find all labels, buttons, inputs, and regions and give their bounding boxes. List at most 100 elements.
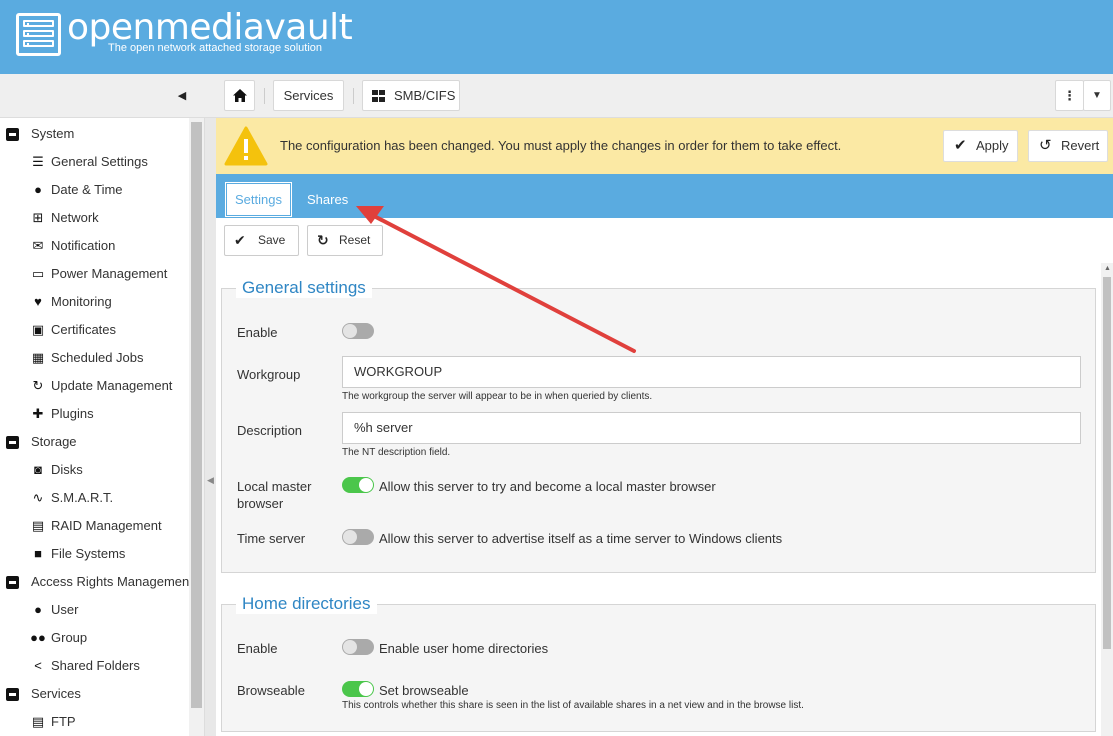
sidebar-item-label: Group bbox=[51, 630, 88, 645]
check-icon: ✔ bbox=[954, 137, 967, 154]
nav-group-system[interactable]: System bbox=[0, 120, 189, 148]
sidebar-item-label: RAID Management bbox=[51, 518, 162, 533]
general-settings-fieldset: General settings Enable Workgroup WORKGR… bbox=[221, 278, 1096, 573]
sidebar-item-general-settings[interactable]: ☰ General Settings bbox=[0, 148, 189, 176]
sidebar-item-label: Shared Folders bbox=[51, 658, 140, 673]
warning-message: The configuration has been changed. You … bbox=[280, 138, 842, 153]
sidebar-item-label: Disks bbox=[51, 462, 83, 477]
home-enable-toggle[interactable] bbox=[342, 639, 374, 655]
sidebar-item-ftp[interactable]: ▤ FTP bbox=[0, 708, 189, 736]
workgroup-label: Workgroup bbox=[237, 367, 301, 382]
local-master-browser-text: Allow this server to try and become a lo… bbox=[379, 479, 716, 494]
revert-button[interactable]: ↺ Revert bbox=[1028, 130, 1108, 162]
check-icon: ✔ bbox=[234, 232, 246, 248]
sidebar-item-network[interactable]: ⊞ Network bbox=[0, 204, 189, 232]
workgroup-hint: The workgroup the server will appear to … bbox=[342, 391, 653, 402]
sidebar-item-label: General Settings bbox=[51, 154, 148, 169]
sidebar-item-group[interactable]: ●● Group bbox=[0, 624, 189, 652]
tab-shares[interactable]: Shares bbox=[307, 192, 348, 207]
sidebar-item-power-management[interactable]: ▭ Power Management bbox=[0, 260, 189, 288]
sidebar-item-raid-management[interactable]: ▤ RAID Management bbox=[0, 512, 189, 540]
sidebar-item-user[interactable]: ● User bbox=[0, 596, 189, 624]
sidebar-scrollbar[interactable] bbox=[189, 118, 204, 736]
scroll-up-icon[interactable]: ▲ bbox=[1104, 265, 1111, 272]
local-master-browser-label: Local master browser bbox=[237, 479, 312, 511]
tab-settings[interactable]: Settings bbox=[225, 182, 292, 217]
sidebar-item-scheduled-jobs[interactable]: ▦ Scheduled Jobs bbox=[0, 344, 189, 372]
apply-button[interactable]: ✔ Apply bbox=[943, 130, 1018, 162]
time-server-label: Time server bbox=[237, 531, 306, 546]
heartbeat-icon: ♥ bbox=[34, 294, 42, 309]
description-input[interactable]: %h server bbox=[342, 412, 1081, 444]
home-button[interactable] bbox=[224, 80, 255, 111]
nav-group-label: Services bbox=[31, 686, 81, 701]
sidebar-item-monitoring[interactable]: ♥ Monitoring bbox=[0, 288, 189, 316]
puzzle-icon: ✚ bbox=[32, 406, 44, 421]
nav-group-label: System bbox=[31, 126, 75, 141]
app-header: openmediavault The open network attached… bbox=[0, 0, 1113, 74]
breadcrumb-services[interactable]: Services bbox=[273, 80, 344, 111]
browseable-text: Set browseable bbox=[379, 683, 469, 698]
sidebar-item-label: Monitoring bbox=[51, 294, 112, 309]
sidebar-item-shared-folders[interactable]: < Shared Folders bbox=[0, 652, 189, 680]
sidebar-item-label: Update Management bbox=[51, 378, 173, 393]
local-master-browser-toggle[interactable] bbox=[342, 477, 374, 493]
sidebar-item-label: Certificates bbox=[51, 322, 117, 337]
navigation-sidebar: System ☰ General Settings ● Date & Time … bbox=[0, 118, 205, 736]
nav-group-services[interactable]: Services bbox=[0, 680, 189, 708]
sidebar-splitter[interactable]: ◀ bbox=[205, 118, 216, 736]
sidebar-scrollbar-thumb[interactable] bbox=[191, 122, 202, 708]
more-options-icon[interactable]: ⋮ bbox=[1055, 80, 1084, 111]
enable-toggle[interactable] bbox=[342, 323, 374, 339]
collapse-icon bbox=[6, 576, 19, 589]
nav-group-label: Access Rights Management bbox=[31, 574, 189, 589]
sidebar-item-file-systems[interactable]: ■ File Systems bbox=[0, 540, 189, 568]
pulse-icon: ∿ bbox=[32, 490, 44, 505]
collapse-sidebar-icon[interactable]: ◀ bbox=[174, 88, 190, 104]
settings-form: ✔ Save ↻ Reset General settings Enable W… bbox=[216, 218, 1113, 736]
sidebar-item-certificates[interactable]: ▣ Certificates bbox=[0, 316, 189, 344]
home-icon bbox=[232, 89, 247, 102]
sidebar-item-label: Scheduled Jobs bbox=[51, 350, 144, 365]
sidebar-item-smart[interactable]: ∿ S.M.A.R.T. bbox=[0, 484, 189, 512]
content-scrollbar-thumb[interactable] bbox=[1103, 277, 1111, 649]
sidebar-item-update-management[interactable]: ↻ Update Management bbox=[0, 372, 189, 400]
sidebar-item-notification[interactable]: ✉ Notification bbox=[0, 232, 189, 260]
sidebar-item-label: S.M.A.R.T. bbox=[51, 490, 114, 505]
sidebar-item-label: Date & Time bbox=[51, 182, 123, 197]
splitter-arrow-icon: ◀ bbox=[207, 475, 214, 485]
save-button[interactable]: ✔ Save bbox=[224, 225, 299, 256]
nav-group-storage[interactable]: Storage bbox=[0, 428, 189, 456]
home-enable-label: Enable bbox=[237, 641, 278, 656]
battery-icon: ▭ bbox=[31, 266, 45, 281]
collapse-icon bbox=[6, 436, 19, 449]
home-directories-legend: Home directories bbox=[236, 594, 377, 614]
sidebar-item-date-time[interactable]: ● Date & Time bbox=[0, 176, 189, 204]
content-scrollbar[interactable]: ▲ bbox=[1101, 263, 1113, 736]
enable-label: Enable bbox=[237, 325, 278, 340]
server-logo-icon bbox=[16, 13, 61, 56]
server-icon: ▤ bbox=[31, 714, 45, 729]
nav-group-label: Storage bbox=[31, 434, 77, 449]
sidebar-item-plugins[interactable]: ✚ Plugins bbox=[0, 400, 189, 428]
home-directories-fieldset: Home directories Enable Enable user home… bbox=[221, 594, 1096, 732]
refresh-icon: ↻ bbox=[32, 378, 44, 393]
apply-label: Apply bbox=[976, 138, 1009, 153]
chevron-down-icon[interactable]: ▼ bbox=[1083, 80, 1111, 111]
description-label: Description bbox=[237, 423, 303, 438]
description-hint: The NT description field. bbox=[342, 447, 451, 458]
raid-icon: ▤ bbox=[31, 518, 45, 533]
calendar-clock-icon: ▦ bbox=[31, 350, 45, 365]
reset-button[interactable]: ↻ Reset bbox=[307, 225, 383, 256]
workgroup-input[interactable]: WORKGROUP bbox=[342, 356, 1081, 388]
browseable-toggle[interactable] bbox=[342, 681, 374, 697]
revert-label: Revert bbox=[1061, 138, 1100, 153]
collapse-icon bbox=[6, 688, 19, 701]
sidebar-item-disks[interactable]: ◙ Disks bbox=[0, 456, 189, 484]
config-changed-banner: The configuration has been changed. You … bbox=[216, 118, 1113, 174]
windows-icon bbox=[372, 90, 385, 102]
time-server-toggle[interactable] bbox=[342, 529, 374, 545]
nav-group-access-rights[interactable]: Access Rights Management bbox=[0, 568, 189, 596]
sidebar-item-label: Plugins bbox=[51, 406, 94, 421]
breadcrumb-smb-cifs[interactable]: SMB/CIFS bbox=[362, 80, 460, 111]
